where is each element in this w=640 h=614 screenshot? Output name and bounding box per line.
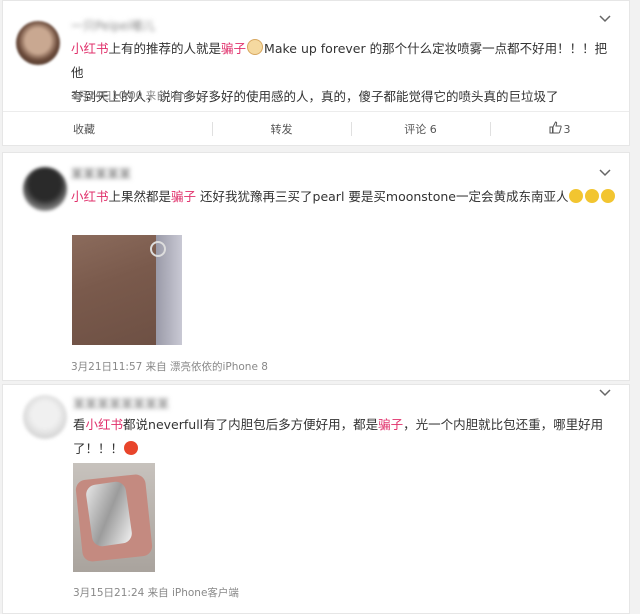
author-avatar[interactable]	[23, 395, 67, 439]
image-decoration	[150, 241, 166, 257]
mention-link[interactable]: 小红书	[71, 41, 109, 56]
author-avatar[interactable]	[16, 21, 60, 65]
weibo-post-1: 一只Peipei嘟儿 小红书上有的推荐的人就是骗子 Make up forever…	[2, 0, 630, 146]
post-text: 看小红书都说neverfull有了内胆包后多方便好用，都是骗子，光一个内胆就比包…	[73, 417, 604, 456]
highlight-word: 骗子	[378, 417, 404, 432]
weibo-post-3: 某某某某某某某某 看小红书都说neverfull有了内胆包后多方便好用，都是骗子…	[2, 384, 630, 614]
highlight-word: 骗子	[221, 41, 247, 56]
chevron-down-icon[interactable]	[599, 387, 611, 400]
thumbs-up-icon	[549, 121, 562, 137]
author-name[interactable]: 某某某某某	[71, 165, 131, 181]
mention-link[interactable]: 小红书	[71, 189, 109, 204]
weibo-post-2: 某某某某某 小红书上果然都是骗子 还好我犹豫再三买了pearl 要是买moons…	[2, 152, 630, 381]
action-bar: 收藏 转发 评论 6 3	[3, 111, 629, 146]
like-button[interactable]: 3	[490, 112, 629, 146]
post-image[interactable]	[72, 235, 182, 345]
author-name[interactable]: 某某某某某某某某	[73, 395, 169, 411]
post-meta[interactable]: 3月24日10:00 来自 iPhone 7	[71, 88, 215, 103]
comment-button[interactable]: 评论 6	[351, 112, 490, 146]
cat-emoji-icon	[247, 39, 264, 55]
author-avatar[interactable]	[23, 167, 67, 211]
post-meta[interactable]: 3月21日11:57 来自 漂亮依依的iPhone 8	[71, 359, 268, 374]
post-meta[interactable]: 3月15日21:24 来自 iPhone客户端	[73, 585, 239, 600]
author-name[interactable]: 一只Peipei嘟儿	[71, 17, 155, 33]
smile-emoji-icon	[585, 189, 600, 203]
chevron-down-icon[interactable]	[599, 13, 611, 26]
mention-link[interactable]: 小红书	[86, 417, 124, 432]
image-decoration	[84, 480, 134, 548]
highlight-word: 骗子	[171, 189, 197, 204]
repost-button[interactable]: 转发	[212, 112, 351, 146]
post-text: 小红书上果然都是骗子 还好我犹豫再三买了pearl 要是买moonstone一定…	[71, 185, 621, 209]
chevron-down-icon[interactable]	[599, 167, 611, 180]
angry-emoji-icon	[124, 441, 139, 455]
smile-emoji-icon	[569, 189, 584, 203]
post-image[interactable]	[73, 463, 155, 572]
smile-emoji-icon	[601, 189, 616, 203]
collect-button[interactable]: 收藏	[3, 112, 212, 146]
